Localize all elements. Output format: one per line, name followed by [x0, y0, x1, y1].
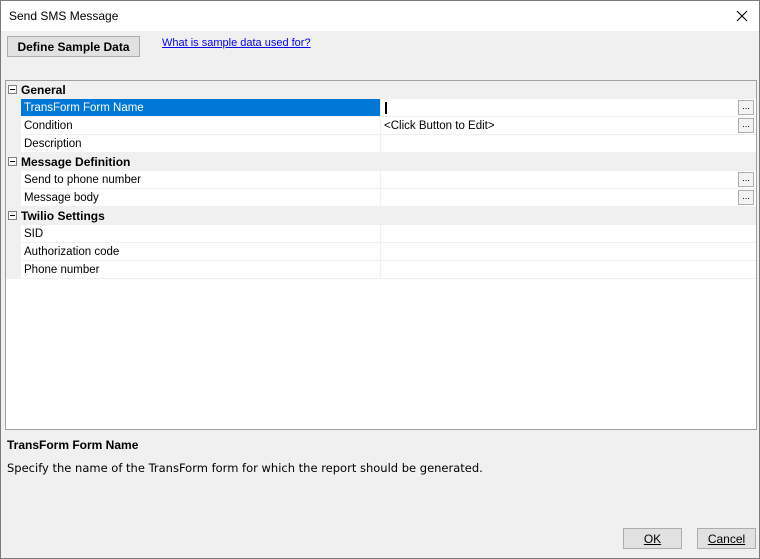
property-row-message-body[interactable]: Message body ...: [6, 189, 756, 207]
category-general[interactable]: General: [6, 81, 756, 99]
property-name[interactable]: Description: [21, 135, 380, 153]
category-label: General: [21, 83, 66, 97]
row-gutter: [6, 243, 21, 261]
category-label: Twilio Settings: [21, 209, 105, 223]
ellipsis-button[interactable]: ...: [738, 172, 754, 187]
property-value-field[interactable]: ...: [380, 171, 756, 189]
property-value-field[interactable]: ...: [380, 189, 756, 207]
property-name[interactable]: Phone number: [21, 261, 380, 279]
row-gutter: [6, 261, 21, 279]
property-value-field[interactable]: <Click Button to Edit> ...: [380, 117, 756, 135]
property-value-field[interactable]: [380, 243, 756, 261]
collapse-icon[interactable]: [8, 85, 17, 94]
property-value-field[interactable]: [380, 135, 756, 153]
property-row-sid[interactable]: SID: [6, 225, 756, 243]
row-gutter: [6, 171, 21, 189]
category-message-definition[interactable]: Message Definition: [6, 153, 756, 171]
cancel-button[interactable]: Cancel: [697, 528, 756, 549]
row-gutter: [6, 225, 21, 243]
description-title: TransForm Form Name: [7, 438, 139, 452]
row-gutter: [6, 135, 21, 153]
property-name[interactable]: Send to phone number: [21, 171, 380, 189]
property-row-condition[interactable]: Condition <Click Button to Edit> ...: [6, 117, 756, 135]
sample-data-help-link[interactable]: What is sample data used for?: [162, 37, 311, 49]
property-value: <Click Button to Edit>: [384, 120, 495, 132]
property-row-phone-number[interactable]: Phone number: [6, 261, 756, 279]
row-gutter: [6, 99, 21, 117]
property-name[interactable]: Authorization code: [21, 243, 380, 261]
cancel-button-label: Cancel: [707, 531, 746, 546]
collapse-icon[interactable]: [8, 157, 17, 166]
dialog-window: Send SMS Message Define Sample Data What…: [0, 0, 760, 559]
row-gutter: [6, 189, 21, 207]
text-caret: [385, 102, 387, 114]
ok-button[interactable]: OK: [623, 528, 682, 549]
property-name[interactable]: SID: [21, 225, 380, 243]
property-value-field[interactable]: [380, 225, 756, 243]
ok-button-label: OK: [643, 531, 662, 546]
close-button[interactable]: [725, 1, 759, 31]
property-row-description[interactable]: Description: [6, 135, 756, 153]
ellipsis-button[interactable]: ...: [738, 100, 754, 115]
collapse-icon[interactable]: [8, 211, 17, 220]
row-gutter: [6, 117, 21, 135]
description-text: Specify the name of the TransForm form f…: [7, 461, 483, 475]
property-row-transform-form-name[interactable]: TransForm Form Name ...: [6, 99, 756, 117]
property-row-authorization-code[interactable]: Authorization code: [6, 243, 756, 261]
define-sample-data-button[interactable]: Define Sample Data: [7, 36, 140, 57]
category-twilio-settings[interactable]: Twilio Settings: [6, 207, 756, 225]
property-value-field[interactable]: [380, 261, 756, 279]
window-title: Send SMS Message: [9, 9, 119, 23]
close-icon: [736, 10, 748, 22]
property-grid: General TransForm Form Name ... Conditio…: [5, 80, 757, 430]
property-name[interactable]: Condition: [21, 117, 380, 135]
property-name[interactable]: TransForm Form Name: [21, 99, 380, 117]
title-bar: Send SMS Message: [1, 1, 759, 31]
property-value-field[interactable]: ...: [380, 99, 756, 117]
property-row-send-to-phone-number[interactable]: Send to phone number ...: [6, 171, 756, 189]
ellipsis-button[interactable]: ...: [738, 118, 754, 133]
ellipsis-button[interactable]: ...: [738, 190, 754, 205]
property-name[interactable]: Message body: [21, 189, 380, 207]
category-label: Message Definition: [21, 155, 131, 169]
